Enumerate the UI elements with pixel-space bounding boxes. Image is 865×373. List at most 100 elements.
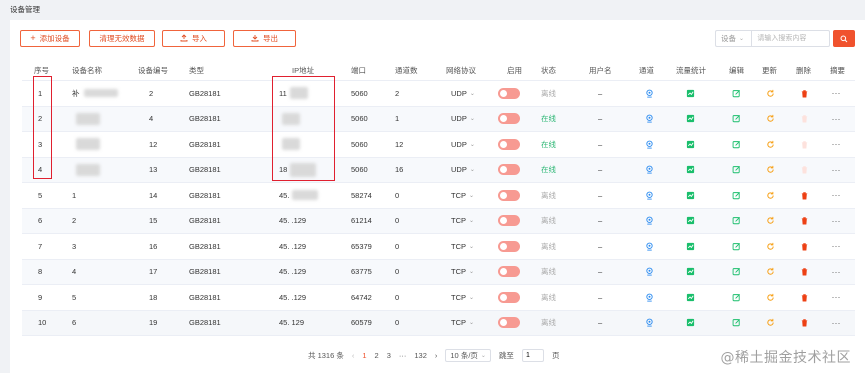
edit-icon[interactable] bbox=[731, 190, 741, 200]
channel-icon[interactable] bbox=[644, 139, 654, 149]
delete-icon[interactable] bbox=[799, 114, 809, 124]
edit-icon[interactable] bbox=[731, 139, 741, 149]
enable-toggle[interactable] bbox=[498, 113, 520, 125]
refresh-icon[interactable] bbox=[765, 114, 775, 124]
edit-icon[interactable] bbox=[731, 292, 741, 302]
jump-page-input[interactable] bbox=[521, 348, 544, 362]
cell-protocol[interactable]: TCP ⌄ bbox=[451, 260, 474, 285]
more-icon[interactable]: ··· bbox=[831, 216, 841, 226]
edit-icon[interactable] bbox=[731, 241, 741, 251]
refresh-icon[interactable] bbox=[765, 216, 775, 226]
page-2[interactable]: 2 bbox=[375, 351, 379, 360]
import-button[interactable]: 导入 bbox=[162, 30, 225, 47]
prev-page-button[interactable]: ‹ bbox=[352, 351, 355, 360]
traffic-stats-icon[interactable] bbox=[685, 216, 695, 226]
traffic-stats-icon[interactable] bbox=[685, 292, 695, 302]
channel-icon[interactable] bbox=[644, 114, 654, 124]
more-icon[interactable]: ··· bbox=[831, 190, 841, 200]
channel-icon[interactable] bbox=[644, 216, 654, 226]
cell-protocol[interactable]: UDP ⌄ bbox=[451, 132, 475, 157]
enable-toggle[interactable] bbox=[498, 240, 520, 252]
more-icon[interactable]: ··· bbox=[831, 292, 841, 302]
next-page-button[interactable]: › bbox=[435, 351, 438, 360]
edit-icon[interactable] bbox=[731, 267, 741, 277]
channel-icon[interactable] bbox=[644, 190, 654, 200]
export-button[interactable]: 导出 bbox=[233, 30, 296, 47]
enable-toggle[interactable] bbox=[498, 87, 520, 99]
refresh-icon[interactable] bbox=[765, 165, 775, 175]
page-1[interactable]: 1 bbox=[362, 351, 366, 360]
traffic-stats-icon[interactable] bbox=[685, 241, 695, 251]
delete-icon[interactable] bbox=[799, 216, 809, 226]
enable-toggle[interactable] bbox=[498, 317, 520, 329]
traffic-stats-icon[interactable] bbox=[685, 190, 695, 200]
delete-icon[interactable] bbox=[799, 292, 809, 302]
page-3[interactable]: 3 bbox=[387, 351, 391, 360]
cell-edit bbox=[731, 234, 741, 259]
refresh-icon[interactable] bbox=[765, 190, 775, 200]
enable-toggle[interactable] bbox=[498, 138, 520, 150]
more-icon[interactable]: ··· bbox=[831, 318, 841, 328]
edit-icon[interactable] bbox=[731, 114, 741, 124]
traffic-stats-icon[interactable] bbox=[685, 267, 695, 277]
refresh-icon[interactable] bbox=[765, 88, 775, 98]
search-input[interactable] bbox=[751, 30, 831, 47]
page-last[interactable]: 132 bbox=[414, 351, 427, 360]
traffic-stats-icon[interactable] bbox=[685, 114, 695, 124]
enable-toggle[interactable] bbox=[498, 266, 520, 278]
channel-icon[interactable] bbox=[644, 241, 654, 251]
traffic-stats-icon[interactable] bbox=[685, 88, 695, 98]
cell-protocol[interactable]: UDP ⌄ bbox=[451, 107, 475, 132]
cell-enabled bbox=[498, 132, 520, 157]
enable-toggle[interactable] bbox=[498, 189, 520, 201]
page-ellipsis[interactable]: ··· bbox=[399, 351, 407, 360]
cell-protocol[interactable]: TCP ⌄ bbox=[451, 209, 474, 234]
more-icon[interactable]: ··· bbox=[831, 241, 841, 251]
channel-icon[interactable] bbox=[644, 318, 654, 328]
cell-protocol[interactable]: UDP ⌄ bbox=[451, 81, 475, 106]
refresh-icon[interactable] bbox=[765, 292, 775, 302]
edit-icon[interactable] bbox=[731, 165, 741, 175]
delete-icon[interactable] bbox=[799, 139, 809, 149]
more-icon[interactable]: ··· bbox=[831, 139, 841, 149]
delete-icon[interactable] bbox=[799, 88, 809, 98]
enable-toggle[interactable] bbox=[498, 164, 520, 176]
status-badge: 离线 bbox=[541, 267, 556, 277]
enable-toggle[interactable] bbox=[498, 215, 520, 227]
page-size-select[interactable]: 10 条/页 ⌄ bbox=[445, 348, 491, 362]
edit-icon[interactable] bbox=[731, 318, 741, 328]
delete-icon[interactable] bbox=[799, 318, 809, 328]
channel-icon[interactable] bbox=[644, 292, 654, 302]
refresh-icon[interactable] bbox=[765, 318, 775, 328]
more-icon[interactable]: ··· bbox=[831, 165, 841, 175]
more-icon[interactable]: ··· bbox=[831, 267, 841, 277]
cell-protocol[interactable]: TCP ⌄ bbox=[451, 285, 474, 310]
delete-icon[interactable] bbox=[799, 267, 809, 277]
delete-icon[interactable] bbox=[799, 190, 809, 200]
delete-icon[interactable] bbox=[799, 165, 809, 175]
cell-type: GB28181 bbox=[189, 318, 221, 328]
cell-protocol[interactable]: TCP ⌄ bbox=[451, 234, 474, 259]
traffic-stats-icon[interactable] bbox=[685, 139, 695, 149]
search-button[interactable] bbox=[833, 30, 855, 47]
cell-protocol[interactable]: TCP ⌄ bbox=[451, 183, 474, 208]
edit-icon[interactable] bbox=[731, 216, 741, 226]
more-icon[interactable]: ··· bbox=[831, 88, 841, 98]
refresh-icon[interactable] bbox=[765, 267, 775, 277]
clear-invalid-data-button[interactable]: 清理无效数据 bbox=[89, 30, 155, 47]
delete-icon[interactable] bbox=[799, 241, 809, 251]
traffic-stats-icon[interactable] bbox=[685, 318, 695, 328]
enable-toggle[interactable] bbox=[498, 291, 520, 303]
channel-icon[interactable] bbox=[644, 267, 654, 277]
search-type-select[interactable]: 设备 ⌄ bbox=[715, 30, 752, 47]
cell-protocol[interactable]: UDP ⌄ bbox=[451, 158, 475, 183]
more-icon[interactable]: ··· bbox=[831, 114, 841, 124]
cell-protocol[interactable]: TCP ⌄ bbox=[451, 311, 474, 336]
edit-icon[interactable] bbox=[731, 88, 741, 98]
refresh-icon[interactable] bbox=[765, 241, 775, 251]
channel-icon[interactable] bbox=[644, 88, 654, 98]
channel-icon[interactable] bbox=[644, 165, 654, 175]
refresh-icon[interactable] bbox=[765, 139, 775, 149]
traffic-stats-icon[interactable] bbox=[685, 165, 695, 175]
add-device-button[interactable]: + 添加设备 bbox=[20, 30, 80, 47]
